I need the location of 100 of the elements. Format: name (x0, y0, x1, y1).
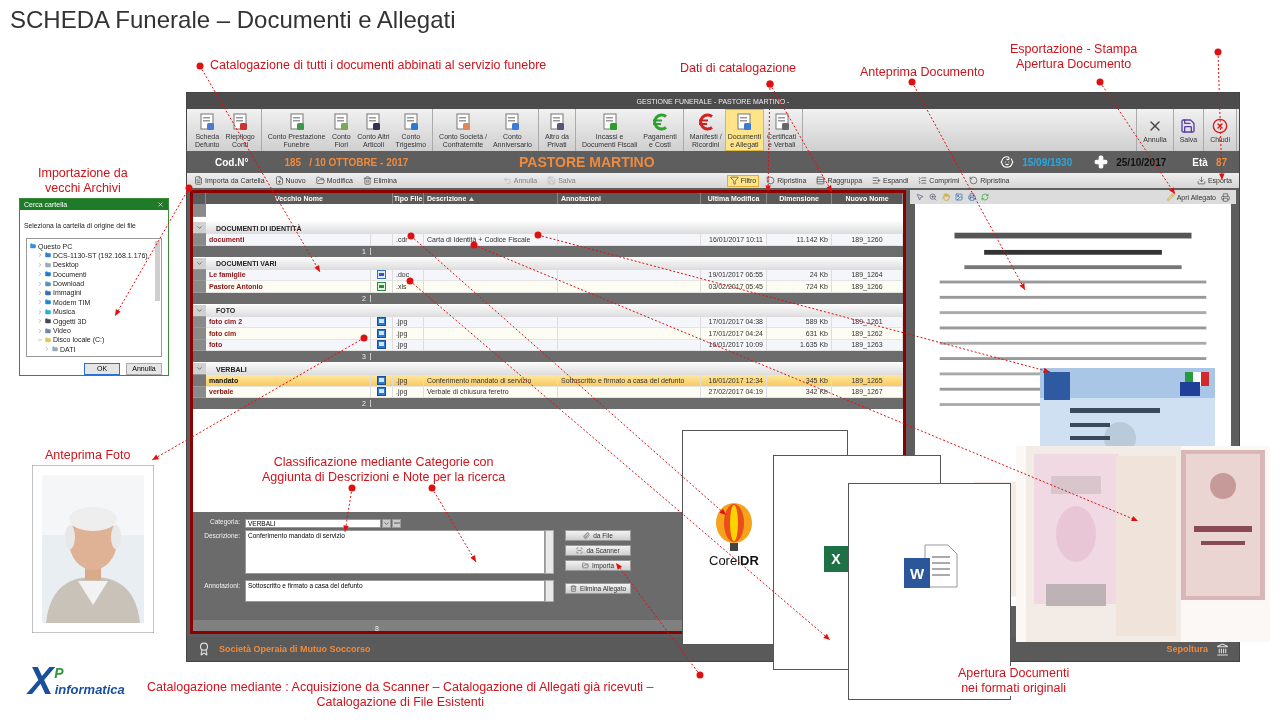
chevron-icon[interactable] (37, 308, 43, 315)
folder-icon (45, 252, 51, 259)
scrollbar[interactable] (155, 241, 160, 302)
image-icon (377, 387, 386, 397)
association-name: Società Operaia di Mutuo Soccorso (219, 644, 371, 654)
delete-icon (569, 585, 577, 592)
baby-icon (1000, 155, 1015, 169)
zoom-icon[interactable] (929, 193, 937, 201)
paperclip-icon (583, 532, 591, 539)
undo-icon (502, 176, 512, 185)
balloon-icon (713, 503, 754, 553)
image-icon[interactable] (955, 193, 963, 201)
birth-date: 15/09/1930 (1022, 156, 1073, 168)
row-selector[interactable] (193, 281, 206, 293)
deceased-name: PASTORE MARTINO (519, 154, 655, 170)
folder-icon (45, 327, 51, 334)
age-label: Età (1192, 156, 1208, 168)
scanner-icon (576, 547, 584, 554)
chevron-icon[interactable] (37, 261, 43, 268)
folder-icon (52, 346, 58, 353)
annotation-text: Anteprima Foto (45, 448, 131, 463)
close-icon (1212, 117, 1229, 134)
row-selector[interactable] (193, 234, 206, 246)
new-document-icon (274, 176, 284, 185)
euro-icon (650, 112, 670, 132)
logo-accent: P (54, 666, 64, 680)
expand-icon (872, 176, 882, 185)
chevron-icon[interactable] (37, 289, 43, 296)
refresh-icon[interactable] (981, 193, 989, 201)
folder-icon (45, 299, 51, 306)
folder-icon (315, 176, 325, 185)
save-icon (547, 176, 557, 185)
logo-text: informatica (54, 683, 125, 696)
chevron-icon[interactable] (44, 346, 50, 353)
save-icon (1180, 117, 1197, 134)
pointer-icon[interactable] (916, 193, 924, 201)
folder-icon (45, 271, 51, 278)
row-selector[interactable] (193, 204, 206, 217)
pencil-icon (1166, 193, 1175, 201)
cross-icon (1094, 155, 1109, 169)
hand-icon[interactable] (942, 193, 950, 201)
annotation-text: Apertura Documenti nei formati originali (958, 666, 1070, 696)
document-icon (453, 112, 473, 132)
folder-icon (45, 261, 51, 268)
folder-icon (45, 280, 51, 287)
row-selector[interactable] (193, 328, 206, 340)
image-icon (377, 375, 386, 385)
age-value: 87 (1215, 156, 1227, 168)
print-icon[interactable] (1221, 192, 1230, 202)
image-icon (377, 340, 386, 350)
app-name: CorelDR (709, 553, 759, 568)
annotation-text: Esportazione - Stampa Apertura Documento (1010, 42, 1138, 72)
annotation-text: Dati di catalogazione (680, 61, 797, 76)
folder-icon (45, 318, 51, 325)
collapse-icon (918, 176, 928, 185)
chevron-icon[interactable] (37, 299, 43, 306)
folder-icon (30, 243, 36, 249)
leader-line (343, 484, 356, 533)
badge-icon (197, 642, 211, 656)
dropdown-button[interactable] (382, 518, 391, 528)
code-label: Cod.N° (215, 156, 249, 168)
print-icon[interactable] (968, 193, 976, 201)
folder-icon (45, 289, 51, 296)
chevron-icon[interactable] (37, 318, 43, 325)
image-icon (377, 317, 386, 327)
chevron-icon[interactable] (37, 327, 43, 334)
death-date: 25/10/2017 (1116, 156, 1167, 168)
annotation-text: Anteprima Documento (860, 65, 985, 80)
logo-mark: X (28, 662, 54, 700)
burial-label: Sepoltura (1166, 644, 1208, 654)
filter-icon (729, 176, 739, 185)
folder-icon (45, 336, 51, 343)
row-selector[interactable] (193, 375, 206, 387)
spreadsheet-icon (377, 281, 386, 291)
annotation-text: Classificazione mediante Categorie con Aggiunta di Descrizioni e Note per la ricerca (262, 455, 506, 485)
folder-icon (581, 562, 589, 569)
chevron-icon[interactable] (37, 271, 43, 278)
chevron-icon[interactable] (37, 336, 43, 343)
image-icon (377, 328, 386, 338)
chevron-icon[interactable] (37, 280, 43, 287)
chevron-icon[interactable] (37, 252, 43, 259)
caret-icon (383, 519, 390, 527)
document-icon (194, 176, 203, 185)
folder-icon (45, 308, 51, 315)
download-icon (1196, 176, 1206, 185)
record-number: 185 (284, 156, 302, 168)
scrollbar[interactable] (545, 530, 554, 574)
tomb-icon (1216, 642, 1229, 656)
reset-icon (766, 176, 776, 185)
close-icon[interactable] (157, 201, 164, 209)
ellipsis-button[interactable] (392, 518, 401, 528)
slide-title: SCHEDA Funerale – Documenti e Allegati (10, 6, 456, 34)
group-icon (816, 176, 826, 185)
annotation-text: Catalogazione di tutti i documenti abbinati al servizio funebre (210, 58, 547, 73)
delete-icon (362, 176, 372, 185)
annotation-text: Catalogazione mediante : Acquisizione da Scanner – Catalogazione di Allegati già ricevuti – Catalogazione di File Esistenti (147, 680, 654, 710)
record-date: / 10 OTTOBRE - 2017 (309, 156, 409, 168)
app-logo: X (824, 546, 848, 572)
scrollbar[interactable] (545, 580, 554, 602)
reset-icon (969, 176, 979, 185)
